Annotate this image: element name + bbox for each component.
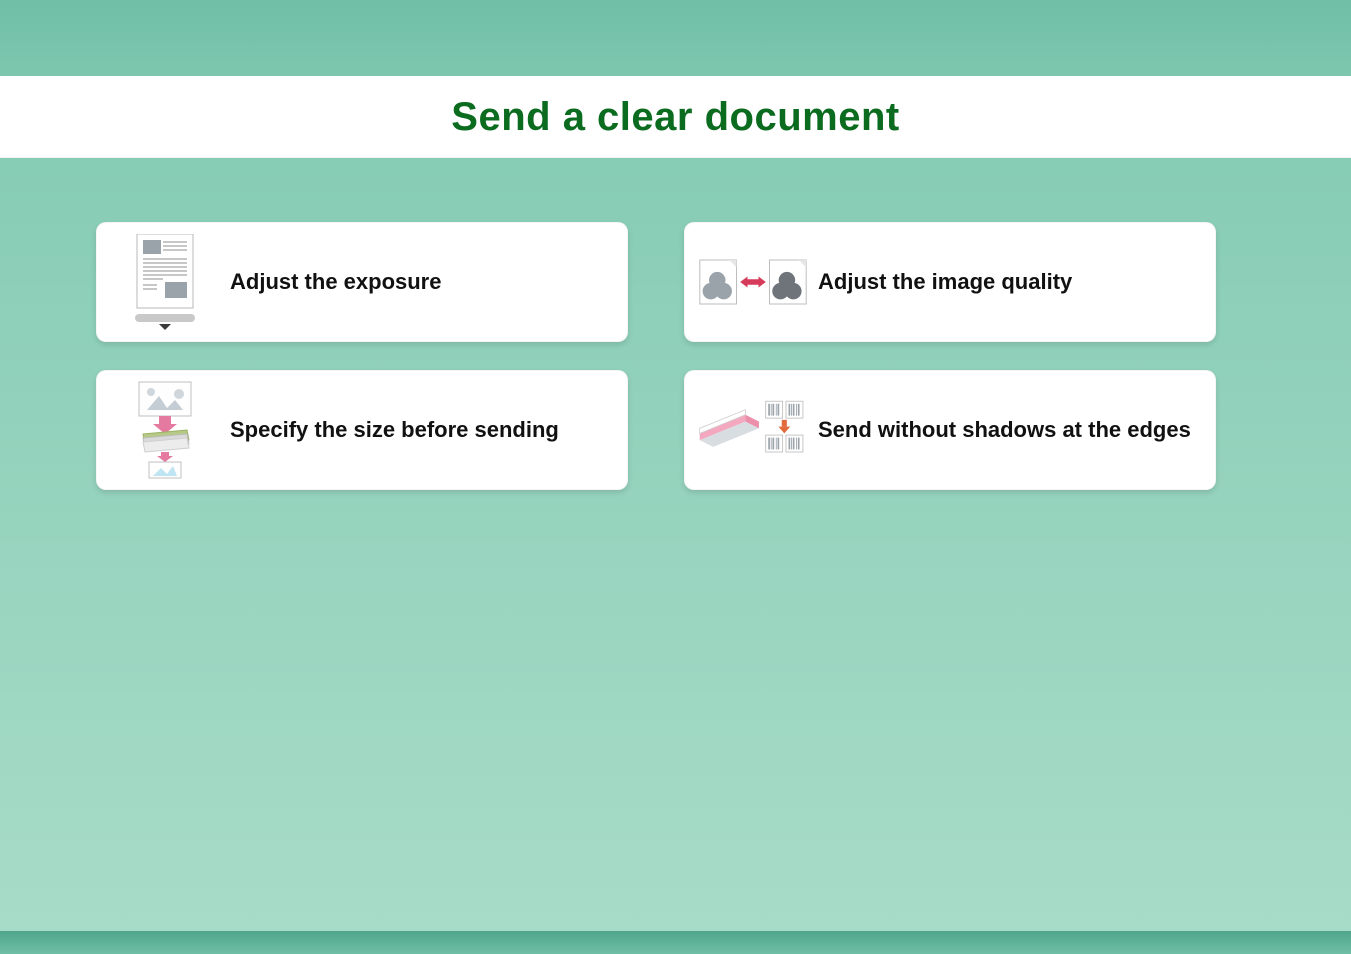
exposure-icon — [110, 232, 220, 332]
page-title: Send a clear document — [451, 95, 899, 140]
top-band — [0, 0, 1351, 76]
card-adjust-exposure[interactable]: Adjust the exposure — [96, 222, 628, 342]
card-grid: Adjust the exposure — [96, 222, 1216, 490]
card-label: Send without shadows at the edges — [808, 416, 1192, 445]
specify-size-icon — [110, 380, 220, 480]
title-bar: Send a clear document — [0, 76, 1351, 158]
card-specify-size[interactable]: Specify the size before sending — [96, 370, 628, 490]
card-adjust-image-quality[interactable]: Adjust the image quality — [684, 222, 1216, 342]
card-label: Specify the size before sending — [220, 416, 604, 445]
bottom-bar — [0, 930, 1351, 954]
card-label: Adjust the image quality — [808, 268, 1192, 297]
content-area: Adjust the exposure — [0, 158, 1351, 490]
edge-shadow-icon — [698, 380, 808, 480]
card-label: Adjust the exposure — [220, 268, 604, 297]
card-edge-shadows[interactable]: Send without shadows at the edges — [684, 370, 1216, 490]
image-quality-icon — [698, 232, 808, 332]
